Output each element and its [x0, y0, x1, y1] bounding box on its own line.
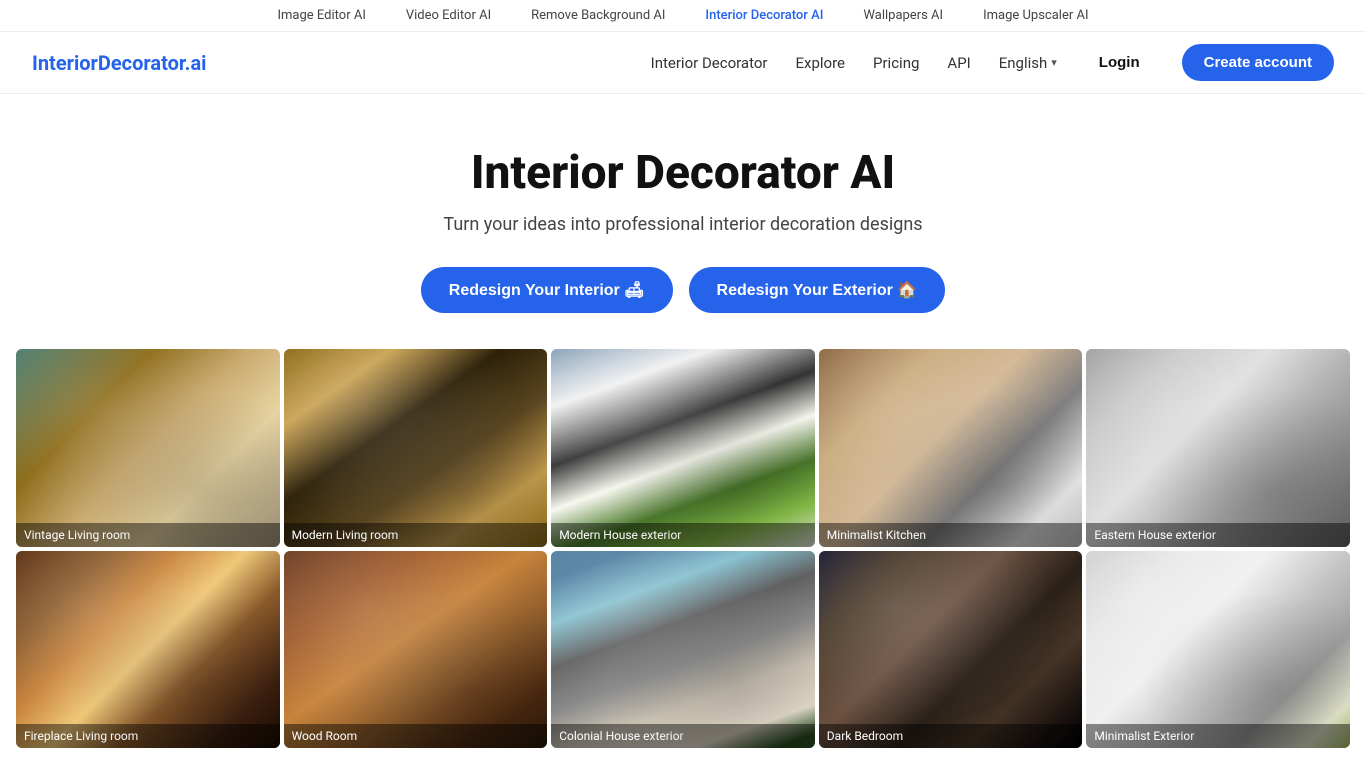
hero-title: Interior Decorator AI: [20, 146, 1346, 200]
gallery-item-label: Colonial House exterior: [551, 724, 815, 748]
gallery-item[interactable]: Fireplace Living room: [16, 551, 280, 749]
hero-buttons: Redesign Your Interior 🛋 Redesign Your E…: [20, 267, 1346, 313]
create-account-button[interactable]: Create account: [1182, 44, 1334, 81]
language-label: English: [999, 54, 1048, 72]
gallery-item-label: Modern House exterior: [551, 523, 815, 547]
gallery-item[interactable]: Eastern House exterior: [1086, 349, 1350, 547]
gallery-item-label: Minimalist Exterior: [1086, 724, 1350, 748]
topbar-link-remove-background-ai[interactable]: Remove Background AI: [531, 8, 665, 23]
gallery-item-label: Modern Living room: [284, 523, 548, 547]
gallery-item[interactable]: Colonial House exterior: [551, 551, 815, 749]
redesign-exterior-button[interactable]: Redesign Your Exterior 🏠: [689, 267, 946, 313]
gallery-item[interactable]: Minimalist Exterior: [1086, 551, 1350, 749]
nav-links: Interior Decorator Explore Pricing API E…: [651, 44, 1334, 81]
topbar-link-interior-decorator-ai[interactable]: Interior Decorator AI: [705, 8, 823, 23]
gallery-item[interactable]: Modern House exterior: [551, 349, 815, 547]
gallery-item[interactable]: Dark Bedroom: [819, 551, 1083, 749]
nav-item-interior-decorator[interactable]: Interior Decorator: [651, 54, 768, 72]
chevron-down-icon: ▾: [1051, 56, 1057, 69]
logo[interactable]: InteriorDecorator.ai: [32, 51, 206, 75]
main-nav: InteriorDecorator.ai Interior Decorator …: [0, 32, 1366, 94]
hero-section: Interior Decorator AI Turn your ideas in…: [0, 94, 1366, 349]
topbar-link-image-upscaler-ai[interactable]: Image Upscaler AI: [983, 8, 1088, 23]
topbar-link-wallpapers-ai[interactable]: Wallpapers AI: [863, 8, 943, 23]
hero-subtitle: Turn your ideas into professional interi…: [20, 214, 1346, 235]
gallery-item-label: Dark Bedroom: [819, 724, 1083, 748]
gallery-item-label: Fireplace Living room: [16, 724, 280, 748]
gallery-item[interactable]: Wood Room: [284, 551, 548, 749]
gallery-item-label: Wood Room: [284, 724, 548, 748]
nav-item-api[interactable]: API: [947, 54, 970, 72]
gallery-item-label: Vintage Living room: [16, 523, 280, 547]
gallery-item[interactable]: Modern Living room: [284, 349, 548, 547]
gallery-item[interactable]: Minimalist Kitchen: [819, 349, 1083, 547]
nav-item-explore[interactable]: Explore: [796, 54, 846, 72]
gallery-item-label: Minimalist Kitchen: [819, 523, 1083, 547]
gallery-item-label: Eastern House exterior: [1086, 523, 1350, 547]
gallery-item[interactable]: Vintage Living room: [16, 349, 280, 547]
topbar-link-image-editor-ai[interactable]: Image Editor AI: [277, 8, 365, 23]
redesign-interior-button[interactable]: Redesign Your Interior 🛋: [421, 267, 673, 313]
top-bar: Image Editor AI Video Editor AI Remove Bac…: [0, 0, 1366, 32]
nav-item-pricing[interactable]: Pricing: [873, 54, 919, 72]
topbar-link-video-editor-ai[interactable]: Video Editor AI: [406, 8, 491, 23]
language-selector[interactable]: English ▾: [999, 54, 1057, 72]
gallery-grid: Vintage Living roomModern Living roomMod…: [0, 349, 1366, 764]
login-button[interactable]: Login: [1085, 46, 1154, 79]
